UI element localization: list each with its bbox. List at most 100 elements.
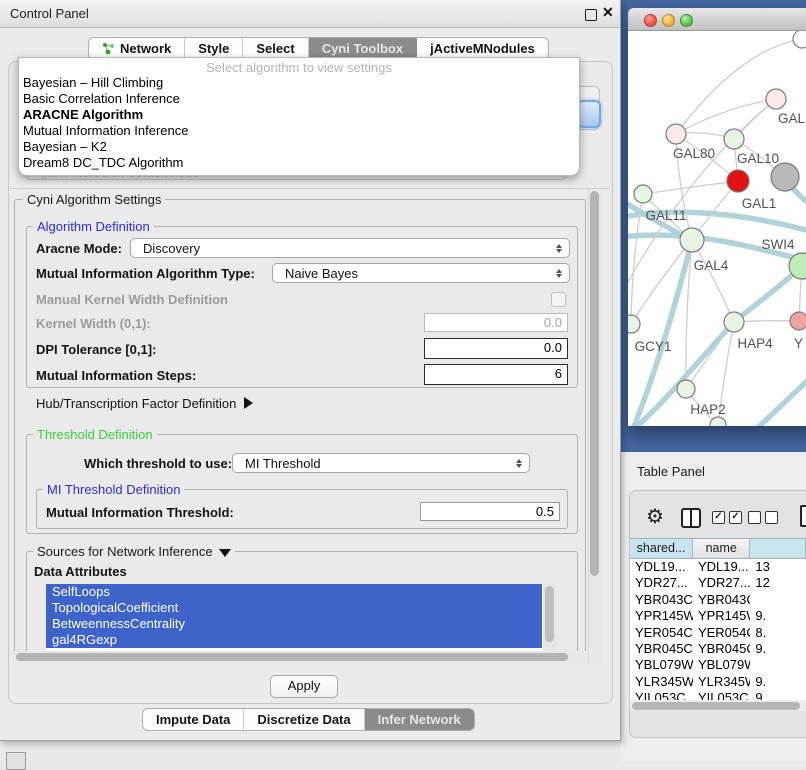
algorithm-option[interactable]: Basic Correlation Inference [23, 91, 575, 107]
table-row[interactable]: YBR043CYBR043C [630, 592, 806, 608]
apply-button[interactable]: Apply [270, 675, 338, 698]
table-cell[interactable]: YBR043C [630, 592, 693, 608]
table-cell[interactable]: YBL079W [693, 657, 750, 673]
network-node-node-top[interactable] [793, 31, 806, 48]
table-row[interactable]: YDR27...YDR27...12 [630, 575, 806, 591]
table-row[interactable]: YER054CYER054C8. [630, 625, 806, 641]
network-node-hap4[interactable] [724, 312, 744, 332]
table-cell[interactable]: YPR145W [693, 608, 750, 624]
table-cell[interactable]: YBR043C [693, 592, 750, 608]
zoom-traffic-light-icon[interactable] [680, 14, 693, 27]
tab-infer-network[interactable]: Infer Network [365, 709, 474, 730]
table-cell[interactable]: YBR045C [693, 641, 750, 657]
table-row[interactable]: YPR145WYPR145W9. [630, 608, 806, 624]
table-cell[interactable]: 13 [750, 559, 806, 575]
table-row[interactable]: YIL053CYIL053C9 [630, 690, 806, 700]
table-cell[interactable]: YDR27... [693, 575, 750, 591]
tab-cyni-toolbox[interactable]: Cyni Toolbox [309, 38, 417, 59]
data-attribute-item[interactable]: SelfLoops [46, 584, 542, 600]
column-header-name[interactable]: name [693, 539, 750, 558]
table-cell[interactable]: YLR345W [693, 674, 750, 690]
settings-vertical-scrollbar-thumb[interactable] [590, 191, 599, 576]
tab-select[interactable]: Select [243, 38, 308, 59]
table-cell[interactable]: 12 [750, 575, 806, 591]
close-traffic-light-icon[interactable] [644, 14, 657, 27]
dpi-tolerance-field[interactable]: 0.0 [424, 338, 568, 359]
network-node-node-bottom[interactable] [710, 417, 726, 426]
table-cell[interactable]: YER054C [630, 625, 693, 641]
tab-style[interactable]: Style [185, 38, 243, 59]
algorithm-option[interactable]: Bayesian – K2 [23, 139, 575, 155]
tab-impute-data[interactable]: Impute Data [143, 709, 244, 730]
data-attribute-item[interactable]: gal4RGexp [46, 632, 542, 648]
network-node-gal10[interactable] [724, 129, 744, 149]
algorithm-option[interactable]: Dream8 DC_TDC Algorithm [23, 155, 575, 171]
gear-icon[interactable]: ⚙ [646, 504, 664, 529]
network-edge[interactable] [676, 99, 776, 134]
tab-network[interactable]: Network [89, 38, 185, 59]
table-row[interactable]: YBL079WYBL079W [630, 657, 806, 673]
document-icon[interactable] [800, 505, 806, 527]
table-cell[interactable] [750, 657, 806, 673]
table-cell[interactable]: YER054C [693, 625, 750, 641]
settings-horizontal-scrollbar-thumb[interactable] [16, 653, 568, 661]
expanded-arrow-icon[interactable] [219, 549, 231, 557]
network-node-gal11[interactable] [634, 185, 652, 203]
deselect-all-columns-icon[interactable] [748, 511, 778, 524]
column-header-partial[interactable] [750, 539, 806, 558]
algorithm-option[interactable]: Bayesian – Hill Climbing [23, 75, 575, 91]
collapsed-arrow-icon[interactable] [244, 397, 253, 409]
network-node-gal[interactable] [766, 89, 786, 109]
table-cell[interactable]: YIL053C [630, 690, 693, 700]
network-canvas[interactable]: GALGAL80GAL10GAL1GAL11GAL4SWI4GCY1HAP4YH… [628, 31, 806, 426]
network-node-gray-node[interactable] [771, 163, 799, 191]
data-attributes-list[interactable]: SelfLoopsTopologicalCoefficientBetweenne… [46, 584, 556, 651]
table-row[interactable]: YBR045CYBR045C9. [630, 641, 806, 657]
focused-button-icon[interactable] [577, 100, 601, 128]
control-panel-titlebar[interactable]: Control Panel ✕ [0, 0, 620, 28]
kernel-width-field[interactable]: 0.0 [424, 313, 568, 332]
table-row[interactable]: YLR345WYLR345W9. [630, 674, 806, 690]
network-node-gal1[interactable] [727, 170, 749, 192]
network-node-gal4[interactable] [680, 228, 704, 252]
network-edge[interactable] [692, 240, 734, 322]
table-cell[interactable]: 9 [750, 690, 806, 700]
column-header-shared-name[interactable]: shared... [630, 539, 693, 558]
select-all-columns-icon[interactable]: ✓ ✓ [712, 511, 742, 524]
network-edge[interactable] [752, 369, 806, 426]
node-attribute-table[interactable]: shared... name YDL19...YDL19...13YDR27..… [630, 538, 806, 700]
table-cell[interactable]: YDR27... [630, 575, 693, 591]
close-icon[interactable]: ✕ [602, 4, 614, 21]
network-node-y[interactable] [790, 312, 806, 330]
table-cell[interactable]: YLR345W [630, 674, 693, 690]
network-window-titlebar[interactable] [628, 8, 806, 31]
data-attribute-item[interactable]: TopologicalCoefficient [46, 600, 542, 616]
table-horizontal-scrollbar-thumb[interactable] [632, 702, 800, 710]
minimize-traffic-light-icon[interactable] [662, 14, 675, 27]
table-cell[interactable]: YBL079W [630, 657, 693, 673]
tab-discretize-data[interactable]: Discretize Data [244, 709, 364, 730]
hub-definition-expander[interactable]: Hub/Transcription Factor Definition [36, 396, 253, 411]
table-cell[interactable]: YPR145W [630, 608, 693, 624]
table-cell[interactable]: YDL19... [630, 559, 693, 575]
table-cell[interactable]: YIL053C [693, 690, 750, 700]
split-columns-icon[interactable] [681, 508, 701, 528]
mi-threshold-field[interactable]: 0.5 [420, 502, 560, 521]
manual-kernel-width-checkbox[interactable] [551, 292, 566, 307]
aracne-mode-combobox[interactable]: Discovery [130, 238, 570, 258]
table-cell[interactable]: YBR045C [630, 641, 693, 657]
collapsed-panel-grip[interactable] [6, 752, 26, 770]
which-threshold-combobox[interactable]: MI Threshold [232, 453, 530, 473]
tab-jactivemnodules[interactable]: jActiveMNodules [417, 38, 548, 59]
table-cell[interactable]: 9. [750, 674, 806, 690]
sources-group-title[interactable]: Sources for Network Inference [33, 544, 235, 559]
data-attribute-item[interactable]: BetweennessCentrality [46, 616, 542, 632]
network-node-gal80[interactable] [666, 124, 686, 144]
attribute-list-scrollbar-thumb[interactable] [545, 586, 554, 642]
network-node-gcy1[interactable] [628, 315, 640, 333]
network-canvas-area[interactable]: GALGAL80GAL10GAL1GAL11GAL4SWI4GCY1HAP4YH… [628, 31, 806, 426]
network-node-hap2[interactable] [677, 380, 695, 398]
algorithm-option[interactable]: Mutual Information Inference [23, 123, 575, 139]
table-cell[interactable]: YDL19... [693, 559, 750, 575]
mi-algorithm-type-combobox[interactable]: Naive Bayes [272, 263, 570, 283]
